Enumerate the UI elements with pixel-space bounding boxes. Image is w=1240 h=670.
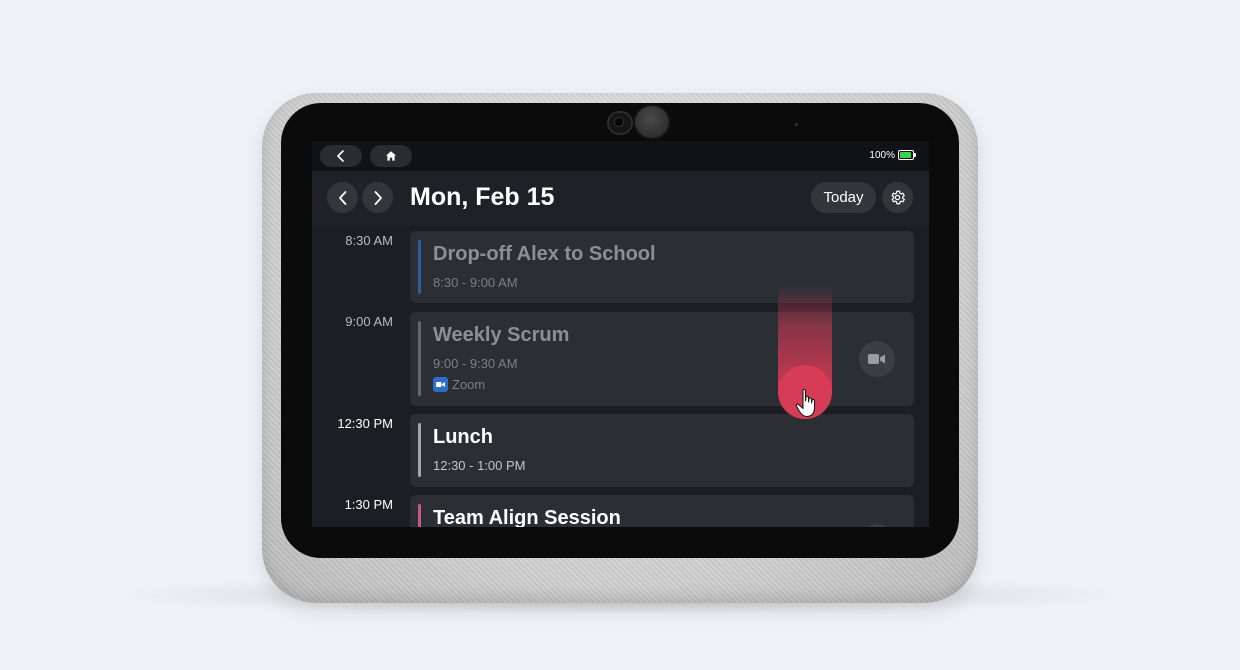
home-button[interactable] <box>370 145 412 167</box>
event-location: Zoom <box>433 377 485 392</box>
calendar-header: Mon, Feb 15 Today <box>312 171 929 226</box>
video-camera-icon <box>868 354 885 364</box>
ambient-sensor <box>795 123 798 126</box>
event-title: Lunch <box>433 426 493 448</box>
event-card-weekly-scrum[interactable]: Weekly Scrum 9:00 - 9:30 AM Zoom <box>410 312 914 406</box>
battery-icon <box>898 150 914 160</box>
battery-tip <box>914 153 916 157</box>
hand-pointer-icon <box>795 388 816 418</box>
time-label: 1:30 PM <box>344 497 393 512</box>
battery-percentage: 100% <box>869 150 895 161</box>
chevron-left-icon <box>338 190 346 205</box>
event-time-range: 8:30 - 9:00 AM <box>433 275 518 290</box>
event-title: Weekly Scrum <box>433 324 570 346</box>
screen: 100% Mon, Feb 15 Today 8:30 AM 9:00 AM 1… <box>312 141 929 527</box>
event-color-bar <box>418 504 421 527</box>
event-card-team-align[interactable]: Team Align Session <box>410 495 914 527</box>
time-label: 8:30 AM <box>345 233 393 248</box>
previous-day-button[interactable] <box>327 182 358 213</box>
page-title: Mon, Feb 15 <box>410 183 555 211</box>
join-video-button[interactable] <box>859 524 895 527</box>
time-label: 12:30 PM <box>337 416 393 431</box>
home-icon <box>386 151 396 161</box>
today-button[interactable]: Today <box>811 182 876 213</box>
gear-icon <box>891 190 905 205</box>
status-bar: 100% <box>312 141 929 171</box>
event-title: Drop-off Alex to School <box>433 243 656 265</box>
event-color-bar <box>418 423 421 477</box>
next-day-button[interactable] <box>362 182 393 213</box>
camera-lens <box>614 117 624 127</box>
battery-level-fill <box>900 152 911 158</box>
location-label: Zoom <box>452 377 486 392</box>
event-time-range: 12:30 - 1:00 PM <box>433 458 526 473</box>
back-button[interactable] <box>320 145 362 167</box>
time-label: 9:00 AM <box>345 314 393 329</box>
camera-shutter <box>633 104 671 140</box>
zoom-icon <box>433 377 448 392</box>
event-title: Team Align Session <box>433 507 621 527</box>
join-video-button[interactable] <box>859 341 895 377</box>
event-color-bar <box>418 321 421 396</box>
event-color-bar <box>418 240 421 294</box>
back-icon <box>337 150 344 162</box>
event-card-drop-off[interactable]: Drop-off Alex to School 8:30 - 9:00 AM <box>410 231 914 303</box>
event-card-lunch[interactable]: Lunch 12:30 - 1:00 PM <box>410 414 914 487</box>
chevron-right-icon <box>374 190 382 205</box>
settings-button[interactable] <box>882 182 913 213</box>
event-time-range: 9:00 - 9:30 AM <box>433 356 518 371</box>
